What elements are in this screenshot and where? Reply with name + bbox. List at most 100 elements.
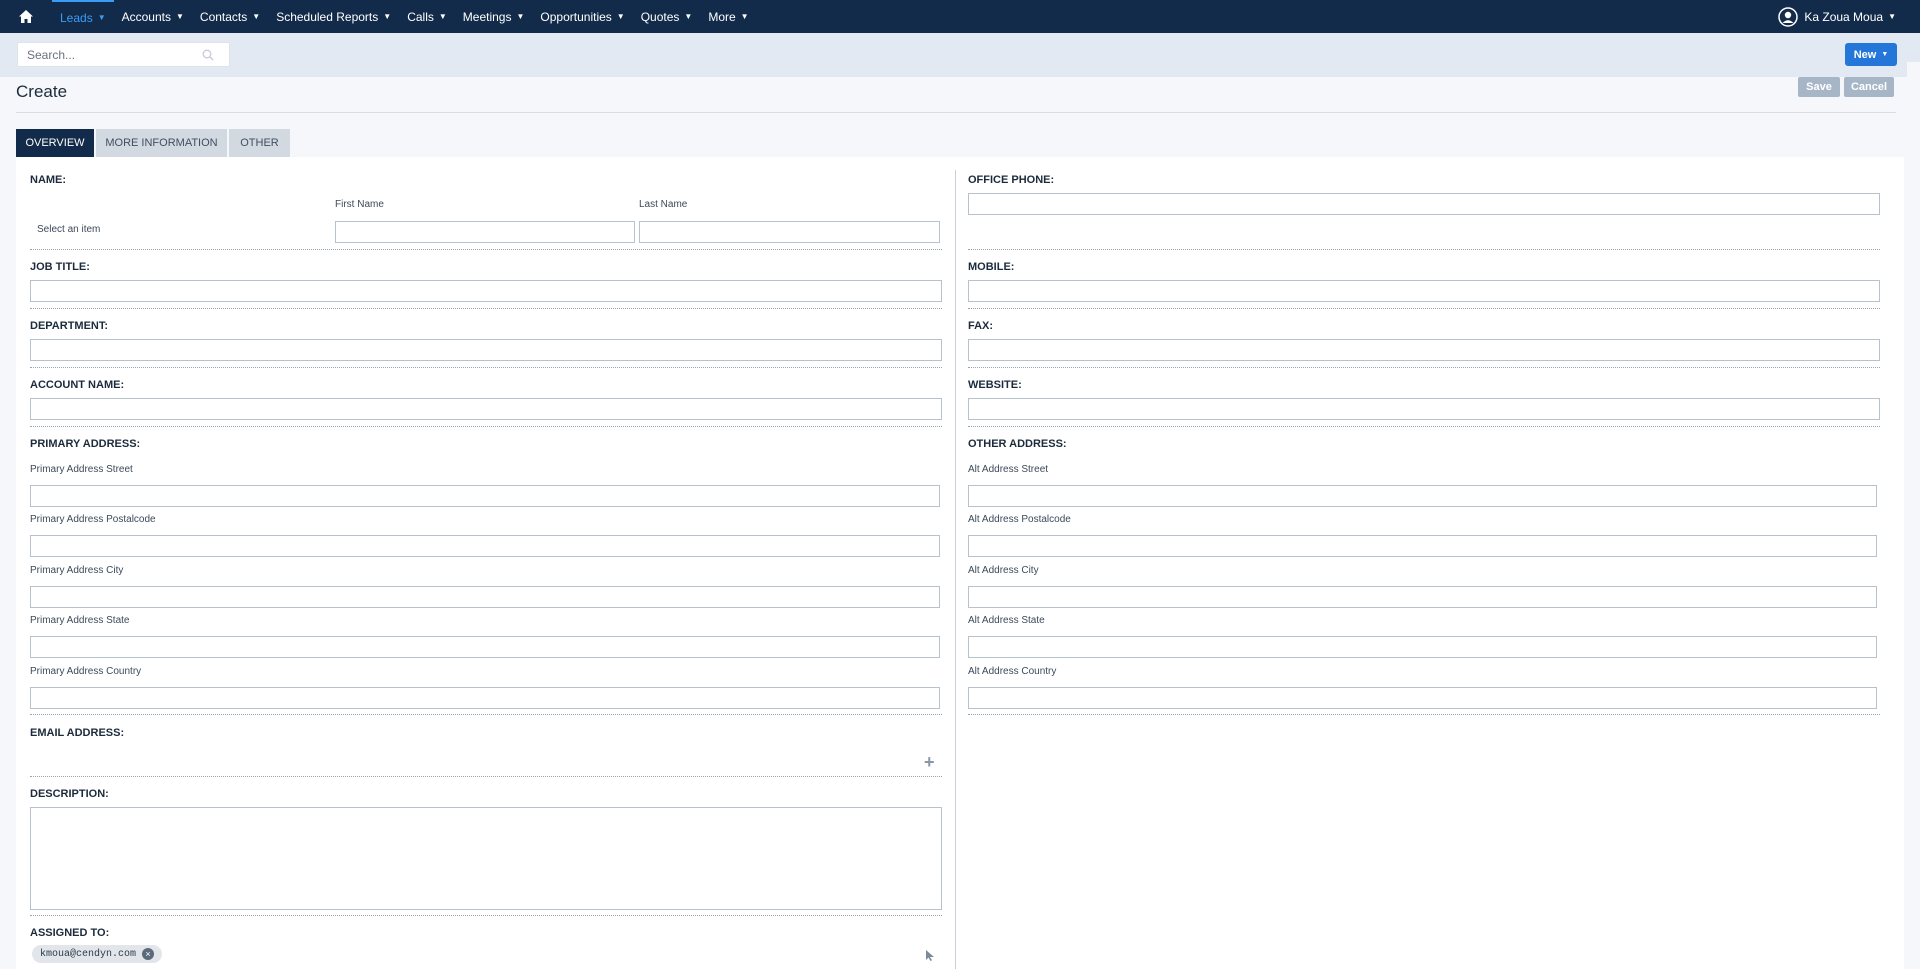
- assigned-user-chip: kmoua@cendyn.com ×: [32, 945, 163, 963]
- description-label: DESCRIPTION:: [30, 788, 109, 800]
- nav-item-contacts[interactable]: Contacts ▼: [192, 0, 268, 33]
- tab-other[interactable]: OTHER: [229, 129, 290, 157]
- first-name-field[interactable]: [335, 221, 635, 243]
- chevron-down-icon: ▼: [1881, 51, 1889, 58]
- other-address-label: OTHER ADDRESS:: [968, 438, 1067, 450]
- nav-item-scheduled-reports[interactable]: Scheduled Reports ▼: [268, 0, 399, 33]
- top-navigation-bar: Leads ▼ Accounts ▼ Contacts ▼ Scheduled Rep…: [0, 0, 1920, 33]
- chevron-down-icon: ▼: [616, 12, 625, 21]
- tab-bar: OVERVIEW MORE INFORMATION OTHER: [16, 129, 290, 157]
- nav-item-quotes[interactable]: Quotes ▼: [633, 0, 701, 33]
- chevron-down-icon: ▼: [175, 12, 184, 21]
- chevron-down-icon: ▼: [383, 12, 392, 21]
- home-button[interactable]: [0, 0, 52, 33]
- nav-item-calls[interactable]: Calls ▼: [399, 0, 455, 33]
- alt-street-label: Alt Address Street: [968, 464, 1049, 475]
- row-separator: [968, 714, 1880, 715]
- add-email-icon[interactable]: +: [924, 752, 935, 773]
- salutation-select[interactable]: Select an item: [37, 224, 100, 235]
- primary-postalcode-label: Primary Address Postalcode: [30, 514, 156, 525]
- nav-item-meetings[interactable]: Meetings ▼: [455, 0, 533, 33]
- assigned-user-value: kmoua@cendyn.com: [40, 948, 137, 960]
- primary-street-label: Primary Address Street: [30, 464, 133, 475]
- alt-country-label: Alt Address Country: [968, 666, 1057, 677]
- mobile-label: MOBILE:: [968, 261, 1015, 273]
- page-title: Create: [16, 82, 68, 101]
- account-name-field[interactable]: [30, 398, 942, 420]
- page-scrollbar[interactable]: [1907, 62, 1920, 969]
- row-separator: [968, 426, 1880, 427]
- alt-street-field[interactable]: [968, 485, 1877, 507]
- job-title-field[interactable]: [30, 280, 942, 302]
- chevron-down-icon: ▼: [1888, 12, 1896, 21]
- tab-overview[interactable]: OVERVIEW: [16, 129, 94, 157]
- primary-country-field[interactable]: [30, 687, 940, 709]
- chevron-down-icon: ▼: [516, 12, 525, 21]
- cancel-button[interactable]: Cancel: [1844, 77, 1894, 97]
- primary-street-field[interactable]: [30, 485, 940, 507]
- row-separator: [968, 249, 1880, 250]
- account-name-label: ACCOUNT NAME:: [30, 379, 125, 391]
- row-separator: [30, 249, 942, 250]
- primary-country-label: Primary Address Country: [30, 666, 142, 677]
- nav-item-leads[interactable]: Leads ▼: [52, 0, 114, 33]
- nav-item-more[interactable]: More ▼: [700, 0, 756, 33]
- primary-address-label: PRIMARY ADDRESS:: [30, 438, 141, 450]
- chevron-down-icon: ▼: [252, 12, 261, 21]
- home-icon: [19, 10, 33, 23]
- search-input[interactable]: [27, 47, 202, 62]
- row-separator: [30, 776, 942, 777]
- remove-icon[interactable]: ×: [142, 948, 155, 960]
- primary-city-field[interactable]: [30, 586, 940, 608]
- row-separator: [30, 915, 942, 916]
- select-pointer-icon[interactable]: [926, 950, 935, 961]
- chevron-down-icon: ▼: [740, 12, 749, 21]
- user-name: Ka Zoua Moua: [1804, 9, 1884, 24]
- department-label: DEPARTMENT:: [30, 320, 109, 332]
- chevron-down-icon: ▼: [97, 13, 106, 22]
- fax-label: FAX:: [968, 320, 994, 332]
- chevron-down-icon: ▼: [684, 12, 693, 21]
- module-menu: Leads ▼ Accounts ▼ Contacts ▼ Scheduled Rep…: [52, 0, 757, 33]
- nav-item-opportunities[interactable]: Opportunities ▼: [532, 0, 632, 33]
- tab-more-information[interactable]: MORE INFORMATION: [96, 129, 227, 157]
- name-label: NAME:: [30, 174, 67, 186]
- alt-postalcode-label: Alt Address Postalcode: [968, 514, 1071, 525]
- alt-state-label: Alt Address State: [968, 615, 1045, 626]
- website-field[interactable]: [968, 398, 1880, 420]
- alt-city-field[interactable]: [968, 586, 1877, 608]
- last-name-label: Last Name: [639, 199, 688, 210]
- chevron-down-icon: ▼: [438, 12, 447, 21]
- user-menu[interactable]: Ka Zoua Moua ▼: [1778, 0, 1896, 33]
- alt-postalcode-field[interactable]: [968, 535, 1877, 557]
- nav-item-accounts[interactable]: Accounts ▼: [114, 0, 192, 33]
- last-name-field[interactable]: [639, 221, 940, 243]
- description-textarea[interactable]: [30, 807, 942, 910]
- search-icon[interactable]: [202, 49, 214, 61]
- row-separator: [30, 367, 942, 368]
- primary-state-field[interactable]: [30, 636, 940, 658]
- office-phone-field[interactable]: [968, 193, 1880, 215]
- row-separator: [30, 714, 942, 715]
- search-bar-band: New▼: [0, 33, 1920, 77]
- mobile-field[interactable]: [968, 280, 1880, 302]
- assigned-to-label: ASSIGNED TO:: [30, 927, 110, 939]
- column-divider: [955, 170, 956, 969]
- primary-postalcode-field[interactable]: [30, 535, 940, 557]
- new-button[interactable]: New ▼: [1845, 43, 1897, 66]
- department-field[interactable]: [30, 339, 942, 361]
- row-separator: [30, 308, 942, 309]
- alt-state-field[interactable]: [968, 636, 1877, 658]
- row-separator: [968, 367, 1880, 368]
- primary-city-label: Primary Address City: [30, 565, 124, 576]
- row-separator: [30, 426, 942, 427]
- fax-field[interactable]: [968, 339, 1880, 361]
- alt-city-label: Alt Address City: [968, 565, 1039, 576]
- primary-state-label: Primary Address State: [30, 615, 130, 626]
- alt-country-field[interactable]: [968, 687, 1877, 709]
- office-phone-label: OFFICE PHONE:: [968, 174, 1055, 186]
- save-button[interactable]: Save: [1798, 77, 1840, 97]
- header-divider: [16, 112, 1896, 113]
- row-separator: [968, 308, 1880, 309]
- user-circle-icon: [1778, 6, 1799, 27]
